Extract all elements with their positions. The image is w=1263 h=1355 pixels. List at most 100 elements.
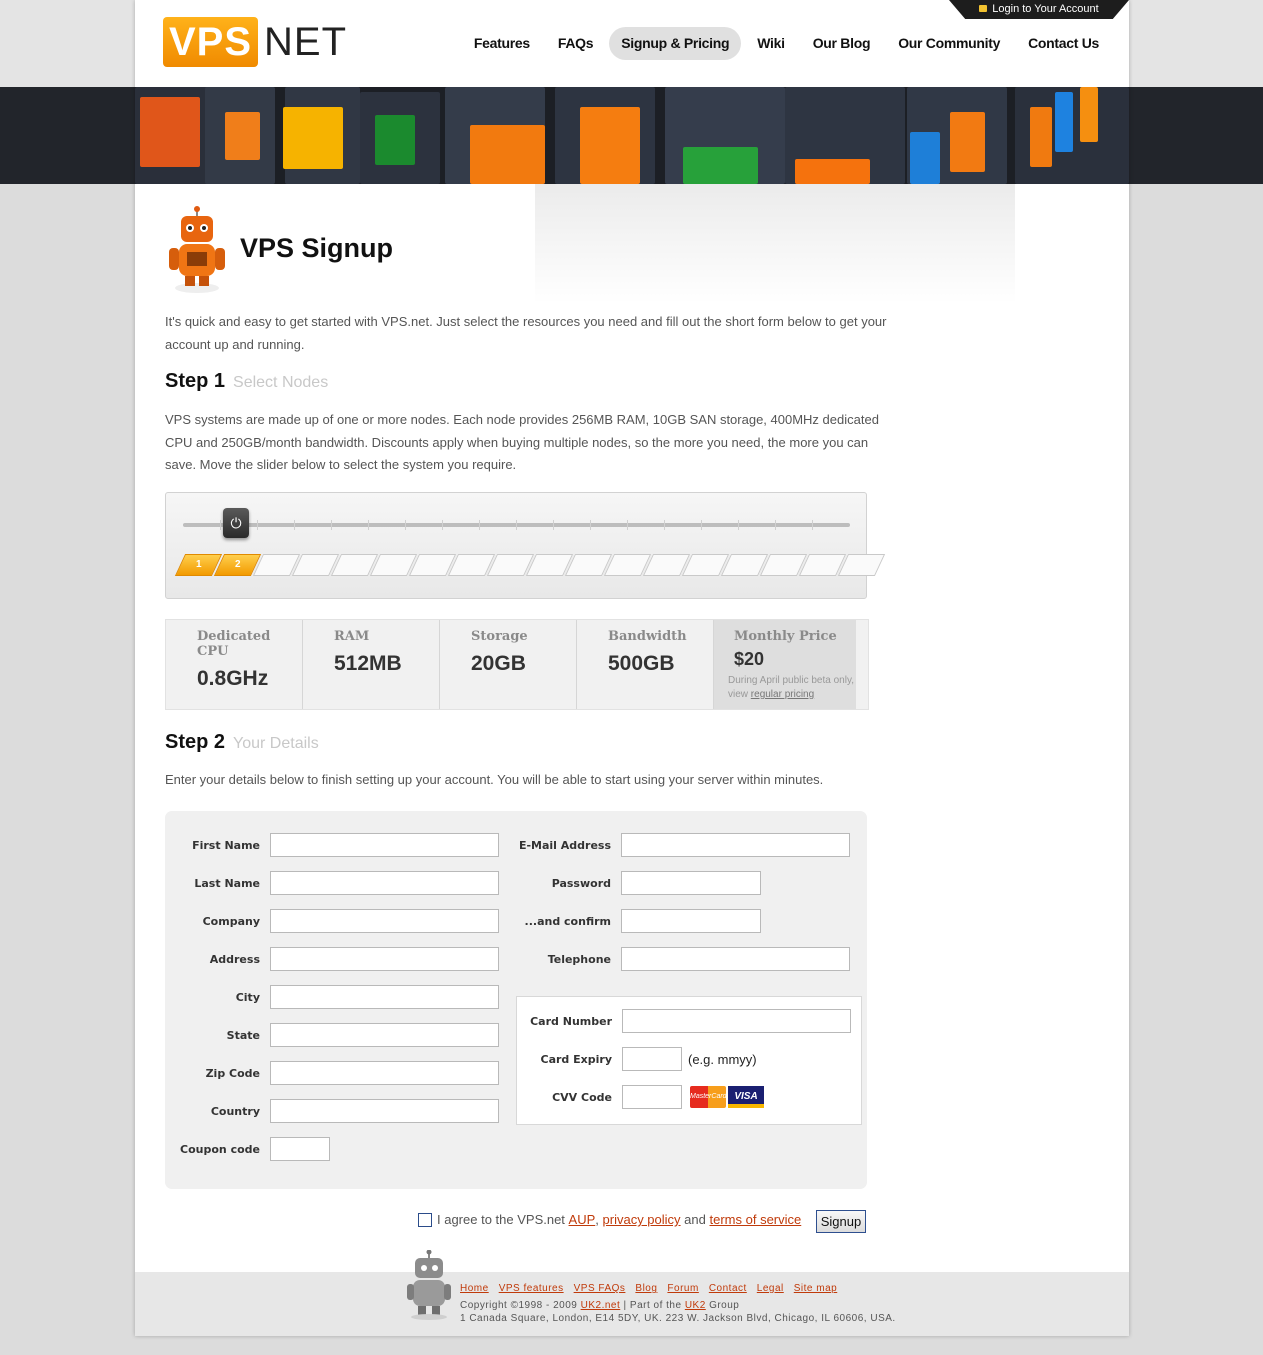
country-input[interactable] bbox=[270, 1099, 499, 1123]
slider-tick bbox=[294, 520, 295, 530]
country-label: Country bbox=[210, 1104, 260, 1118]
signup-form: First Name Last Name Company Address Cit… bbox=[165, 811, 867, 1189]
banner-cubes-image bbox=[135, 87, 1129, 184]
row-state: State bbox=[165, 1023, 499, 1047]
footer-copyright: Copyright ©1998 - 2009 UK2.net | Part of… bbox=[460, 1299, 896, 1325]
confirm-label: ...and confirm bbox=[524, 914, 611, 928]
footer-link-forum[interactable]: Forum bbox=[667, 1283, 698, 1294]
slider-tick bbox=[479, 520, 480, 530]
email-label: E-Mail Address bbox=[518, 838, 611, 852]
step2-heading: Step 2 Your Details bbox=[165, 731, 319, 754]
slider-tick bbox=[701, 520, 702, 530]
spec-storage-label: Storage bbox=[471, 629, 528, 644]
visa-icon: VISA bbox=[728, 1086, 764, 1108]
first-name-input[interactable] bbox=[270, 833, 499, 857]
footer-robot-icon bbox=[407, 1250, 451, 1320]
agree-and: and bbox=[684, 1212, 706, 1227]
regular-pricing-link[interactable]: regular pricing bbox=[751, 689, 814, 700]
step1-heading: Step 1 Select Nodes bbox=[165, 370, 328, 393]
node-slider-panel: ⏻ 12 bbox=[165, 492, 886, 599]
slider-tick bbox=[331, 520, 332, 530]
footer-address: 1 Canada Square, London, E14 5DY, UK. 22… bbox=[460, 1313, 896, 1324]
nav-signup-pricing[interactable]: Signup & Pricing bbox=[609, 27, 742, 60]
footer: Home VPS features VPS FAQs Blog Forum Co… bbox=[135, 1250, 1129, 1336]
row-first-name: First Name bbox=[165, 833, 499, 857]
spec-price-label: Monthly Price bbox=[734, 629, 837, 644]
confirm-password-input[interactable] bbox=[621, 909, 761, 933]
nav-faqs[interactable]: FAQs bbox=[546, 27, 605, 60]
signup-button[interactable]: Signup bbox=[816, 1210, 866, 1233]
card-number-input[interactable] bbox=[622, 1009, 851, 1033]
uk2net-link[interactable]: UK2.net bbox=[581, 1300, 621, 1311]
email-input[interactable] bbox=[621, 833, 850, 857]
footer-link-vps-features[interactable]: VPS features bbox=[499, 1283, 564, 1294]
spec-bandwidth-label: Bandwidth bbox=[608, 629, 687, 644]
terms-of-service-link[interactable]: terms of service bbox=[710, 1212, 802, 1227]
slider-tick bbox=[590, 520, 591, 530]
zip-input[interactable] bbox=[270, 1061, 499, 1085]
telephone-input[interactable] bbox=[621, 947, 850, 971]
coupon-input[interactable] bbox=[270, 1137, 330, 1161]
nav-our-blog[interactable]: Our Blog bbox=[801, 27, 882, 60]
row-coupon: Coupon code bbox=[165, 1137, 330, 1161]
spec-ram-value: 512MB bbox=[334, 652, 402, 675]
spec-bandwidth-value: 500GB bbox=[608, 652, 675, 675]
nav-contact-us[interactable]: Contact Us bbox=[1016, 27, 1111, 60]
telephone-label: Telephone bbox=[547, 952, 611, 966]
address-input[interactable] bbox=[270, 947, 499, 971]
aup-link[interactable]: AUP bbox=[569, 1212, 596, 1227]
state-input[interactable] bbox=[270, 1023, 499, 1047]
row-email: E-Mail Address bbox=[510, 833, 850, 857]
company-label: Company bbox=[202, 914, 260, 928]
card-logos: MasterCard VISA bbox=[690, 1086, 764, 1108]
footer-link-home[interactable]: Home bbox=[460, 1283, 489, 1294]
last-name-label: Last Name bbox=[194, 876, 260, 890]
step2-sub: Your Details bbox=[233, 735, 319, 752]
logo[interactable]: VPS NET bbox=[163, 17, 347, 67]
state-label: State bbox=[226, 1028, 260, 1042]
company-input[interactable] bbox=[270, 909, 499, 933]
city-input[interactable] bbox=[270, 985, 499, 1009]
slider-tick bbox=[664, 520, 665, 530]
spec-cpu-value: 0.8GHz bbox=[197, 667, 269, 690]
slider-tick bbox=[257, 520, 258, 530]
footer-links: Home VPS features VPS FAQs Blog Forum Co… bbox=[460, 1283, 837, 1294]
cvv-input[interactable] bbox=[622, 1085, 682, 1109]
node-slider-track[interactable] bbox=[183, 520, 850, 530]
privacy-policy-link[interactable]: privacy policy bbox=[603, 1212, 681, 1227]
row-confirm: ...and confirm bbox=[510, 909, 761, 933]
last-name-input[interactable] bbox=[270, 871, 499, 895]
footer-link-contact[interactable]: Contact bbox=[709, 1283, 747, 1294]
zip-label: Zip Code bbox=[205, 1066, 260, 1080]
login-tab[interactable]: Login to Your Account bbox=[949, 0, 1129, 19]
node-block[interactable] bbox=[837, 554, 886, 576]
row-zip: Zip Code bbox=[165, 1061, 499, 1085]
nav-wiki[interactable]: Wiki bbox=[745, 27, 796, 60]
city-label: City bbox=[235, 990, 260, 1004]
slider-tick bbox=[738, 520, 739, 530]
spec-storage-value: 20GB bbox=[471, 652, 526, 675]
agree-checkbox[interactable] bbox=[418, 1212, 432, 1227]
spec-cpu: Dedicated CPU 0.8GHz bbox=[166, 620, 303, 709]
uk2-link[interactable]: UK2 bbox=[685, 1300, 706, 1311]
agree-prefix: I agree to the VPS.net bbox=[437, 1212, 565, 1227]
row-password: Password bbox=[510, 871, 761, 895]
nav-our-community[interactable]: Our Community bbox=[886, 27, 1012, 60]
address-label: Address bbox=[209, 952, 260, 966]
slider-tick bbox=[442, 520, 443, 530]
slider-tick bbox=[812, 520, 813, 530]
password-input[interactable] bbox=[621, 871, 761, 895]
password-label: Password bbox=[551, 876, 611, 890]
row-city: City bbox=[165, 985, 499, 1009]
nav-features[interactable]: Features bbox=[462, 27, 542, 60]
row-card-number: Card Number bbox=[517, 1009, 851, 1033]
card-expiry-input[interactable] bbox=[622, 1047, 682, 1071]
footer-link-vps-faqs[interactable]: VPS FAQs bbox=[574, 1283, 626, 1294]
footer-link-site-map[interactable]: Site map bbox=[794, 1283, 837, 1294]
footer-link-legal[interactable]: Legal bbox=[757, 1283, 784, 1294]
slider-handle-power-icon[interactable]: ⏻ bbox=[223, 508, 249, 538]
first-name-label: First Name bbox=[192, 838, 260, 852]
footer-link-blog[interactable]: Blog bbox=[635, 1283, 657, 1294]
card-expiry-label: Card Expiry bbox=[540, 1052, 612, 1066]
robot-mascot-icon bbox=[169, 206, 225, 293]
